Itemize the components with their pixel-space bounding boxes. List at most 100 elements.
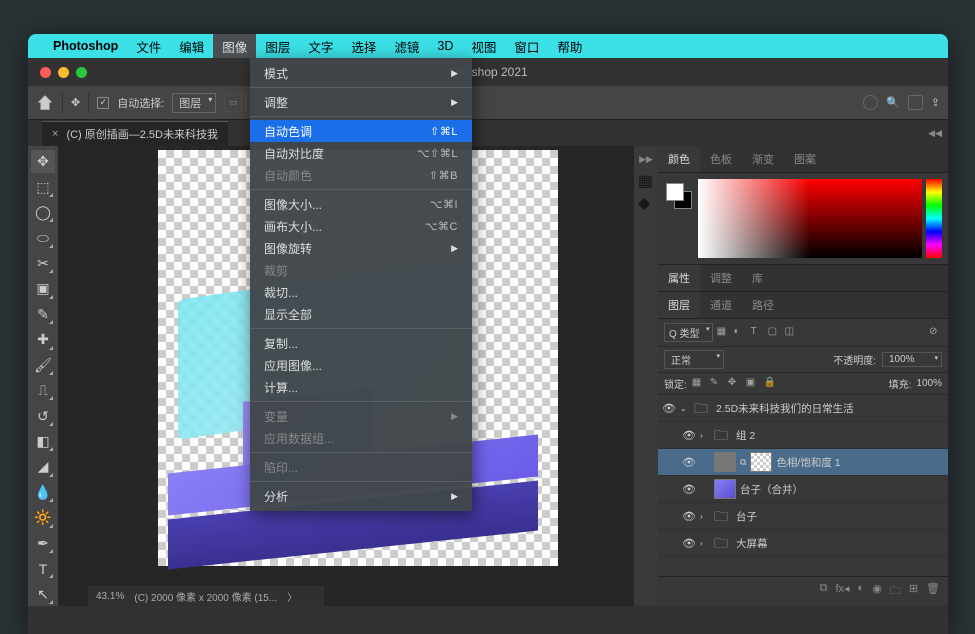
tab-properties[interactable]: 属性 bbox=[658, 265, 700, 291]
menu-item[interactable]: 复制... bbox=[250, 332, 472, 354]
menu-3d[interactable]: 3D bbox=[428, 34, 462, 58]
filter-toggle-icon[interactable]: ⊘ bbox=[929, 326, 942, 339]
menu-item[interactable]: 应用图像... bbox=[250, 354, 472, 376]
filter-type-icon[interactable]: T bbox=[751, 326, 764, 339]
new-layer-icon[interactable]: ⊞ bbox=[909, 582, 918, 601]
new-group-icon[interactable]: 🗀 bbox=[890, 582, 901, 601]
tool-move[interactable]: ✥ bbox=[31, 150, 55, 173]
menu-select[interactable]: 选择 bbox=[342, 34, 385, 58]
zoom-level[interactable]: 43.1% bbox=[96, 591, 124, 602]
home-icon[interactable] bbox=[36, 94, 54, 112]
share-icon[interactable]: ⇪ bbox=[931, 96, 940, 109]
color-field[interactable] bbox=[698, 179, 922, 258]
close-window-button[interactable] bbox=[40, 67, 51, 78]
minimize-window-button[interactable] bbox=[58, 67, 69, 78]
autoselect-checkbox[interactable]: ✓ bbox=[97, 97, 109, 109]
tool-type[interactable]: T bbox=[31, 557, 55, 580]
menu-item[interactable]: 分析▶ bbox=[250, 485, 472, 507]
lock-all-icon[interactable]: 🔒 bbox=[764, 377, 777, 390]
menu-item[interactable]: 画布大小...⌥⌘C bbox=[250, 215, 472, 237]
lock-transparent-icon[interactable]: ▦ bbox=[692, 377, 705, 390]
menu-item[interactable]: 裁切... bbox=[250, 281, 472, 303]
menu-item[interactable]: 图像旋转▶ bbox=[250, 237, 472, 259]
lock-pixels-icon[interactable]: ✎ bbox=[710, 377, 723, 390]
autoselect-combo[interactable]: 图层 bbox=[172, 93, 216, 113]
tab-patterns[interactable]: 图案 bbox=[784, 146, 826, 172]
tool-eyedropper[interactable]: ✎ bbox=[31, 303, 55, 326]
document-tab[interactable]: × (C) 原创插画—2.5D未来科技我 bbox=[42, 121, 228, 146]
visibility-toggle-icon[interactable]: 👁 bbox=[682, 483, 696, 496]
layer-row[interactable]: 👁⧉色相/饱和度 1 bbox=[658, 449, 948, 476]
opacity-combo[interactable]: 100% bbox=[882, 352, 942, 367]
lock-position-icon[interactable]: ✥ bbox=[728, 377, 741, 390]
menu-type[interactable]: 文字 bbox=[299, 34, 342, 58]
disclosure-arrow-icon[interactable]: ⌄ bbox=[680, 404, 690, 413]
lock-artboard-icon[interactable]: ▣ bbox=[746, 377, 759, 390]
visibility-toggle-icon[interactable]: 👁 bbox=[662, 402, 676, 415]
link-layers-icon[interactable]: ⧉ bbox=[820, 582, 828, 601]
disclosure-arrow-icon[interactable]: › bbox=[700, 512, 710, 521]
layer-tree[interactable]: 👁⌄2.5D未来科技我们的日常生活👁›组 2👁⧉色相/饱和度 1👁台子（合并）👁… bbox=[658, 395, 948, 576]
menu-item[interactable]: 自动色调⇧⌘L bbox=[250, 120, 472, 142]
menu-item[interactable]: 自动对比度⌥⇧⌘L bbox=[250, 142, 472, 164]
filter-pixmap-icon[interactable]: ▦ bbox=[717, 326, 730, 339]
document-info[interactable]: (C) 2000 像素 x 2000 像素 (15... bbox=[134, 589, 277, 604]
tool-pen[interactable]: ✒ bbox=[31, 532, 55, 555]
info-chevron-icon[interactable]: 〉 bbox=[287, 589, 297, 604]
visibility-toggle-icon[interactable]: 👁 bbox=[682, 537, 696, 550]
workspace-icon[interactable] bbox=[908, 95, 923, 110]
tool-history-brush[interactable]: ↺ bbox=[31, 404, 55, 427]
move-tool-icon[interactable]: ✥ bbox=[71, 96, 80, 109]
delete-layer-icon[interactable]: 🗑 bbox=[926, 582, 940, 601]
layer-mask-icon[interactable]: ◐ bbox=[858, 582, 865, 601]
menu-view[interactable]: 视图 bbox=[462, 34, 505, 58]
menu-item[interactable]: 显示全部 bbox=[250, 303, 472, 325]
tool-brush[interactable]: 🖌 bbox=[31, 354, 55, 377]
layer-row[interactable]: 👁›大屏幕 bbox=[658, 530, 948, 557]
layer-row[interactable]: 👁台子（合并） bbox=[658, 476, 948, 503]
app-name[interactable]: Photoshop bbox=[44, 39, 127, 53]
tool-path-select[interactable]: ↖ bbox=[31, 582, 55, 605]
tab-gradients[interactable]: 渐变 bbox=[742, 146, 784, 172]
menu-item[interactable]: 模式▶ bbox=[250, 62, 472, 84]
tab-color[interactable]: 颜色 bbox=[658, 146, 700, 172]
layer-row[interactable]: 👁›台子 bbox=[658, 503, 948, 530]
search-icon[interactable]: 🔍 bbox=[886, 96, 900, 109]
hue-slider[interactable] bbox=[926, 179, 942, 258]
filter-smart-icon[interactable]: ◫ bbox=[785, 326, 798, 339]
dock-icon-1[interactable]: ▦ bbox=[638, 171, 654, 187]
menu-file[interactable]: 文件 bbox=[127, 34, 170, 58]
tool-lasso[interactable]: ◯ bbox=[31, 201, 55, 224]
maximize-window-button[interactable] bbox=[76, 67, 87, 78]
layer-row[interactable]: 👁⌄2.5D未来科技我们的日常生活 bbox=[658, 395, 948, 422]
tool-blur[interactable]: 💧 bbox=[31, 481, 55, 504]
layer-fx-icon[interactable]: fx◂ bbox=[835, 582, 849, 601]
tool-gradient[interactable]: ◢ bbox=[31, 455, 55, 478]
menu-item[interactable]: 调整▶ bbox=[250, 91, 472, 113]
tool-stamp[interactable]: ⎍ bbox=[31, 379, 55, 402]
tab-libraries[interactable]: 库 bbox=[742, 265, 773, 291]
tool-crop[interactable]: ✂ bbox=[31, 252, 55, 275]
layer-filter-combo[interactable]: Q 类型 bbox=[664, 323, 713, 342]
visibility-toggle-icon[interactable]: 👁 bbox=[682, 429, 696, 442]
tool-eraser[interactable]: ◧ bbox=[31, 430, 55, 453]
menu-edit[interactable]: 编辑 bbox=[170, 34, 213, 58]
tool-frame[interactable]: ▣ bbox=[31, 277, 55, 300]
tool-marquee[interactable]: ⬚ bbox=[31, 175, 55, 198]
menu-layer[interactable]: 图层 bbox=[256, 34, 299, 58]
tab-paths[interactable]: 路径 bbox=[742, 292, 784, 318]
expand-dock-icon[interactable]: ▶▶ bbox=[639, 154, 653, 165]
visibility-toggle-icon[interactable]: 👁 bbox=[682, 510, 696, 523]
disclosure-arrow-icon[interactable]: › bbox=[700, 431, 710, 440]
align-icon[interactable]: ▭ bbox=[224, 94, 242, 112]
menu-window[interactable]: 窗口 bbox=[505, 34, 548, 58]
fill-combo[interactable]: 100% bbox=[916, 378, 942, 389]
menu-image[interactable]: 图像 bbox=[213, 34, 256, 58]
tool-heal[interactable]: ✚ bbox=[31, 328, 55, 351]
filter-adjust-icon[interactable]: ◐ bbox=[734, 326, 747, 339]
disclosure-arrow-icon[interactable]: › bbox=[700, 539, 710, 548]
visibility-toggle-icon[interactable]: 👁 bbox=[682, 456, 696, 469]
menu-filter[interactable]: 滤镜 bbox=[385, 34, 428, 58]
collapse-panels-icon[interactable]: ◀◀ bbox=[928, 128, 942, 139]
dock-icon-2[interactable]: ◆ bbox=[638, 193, 654, 209]
